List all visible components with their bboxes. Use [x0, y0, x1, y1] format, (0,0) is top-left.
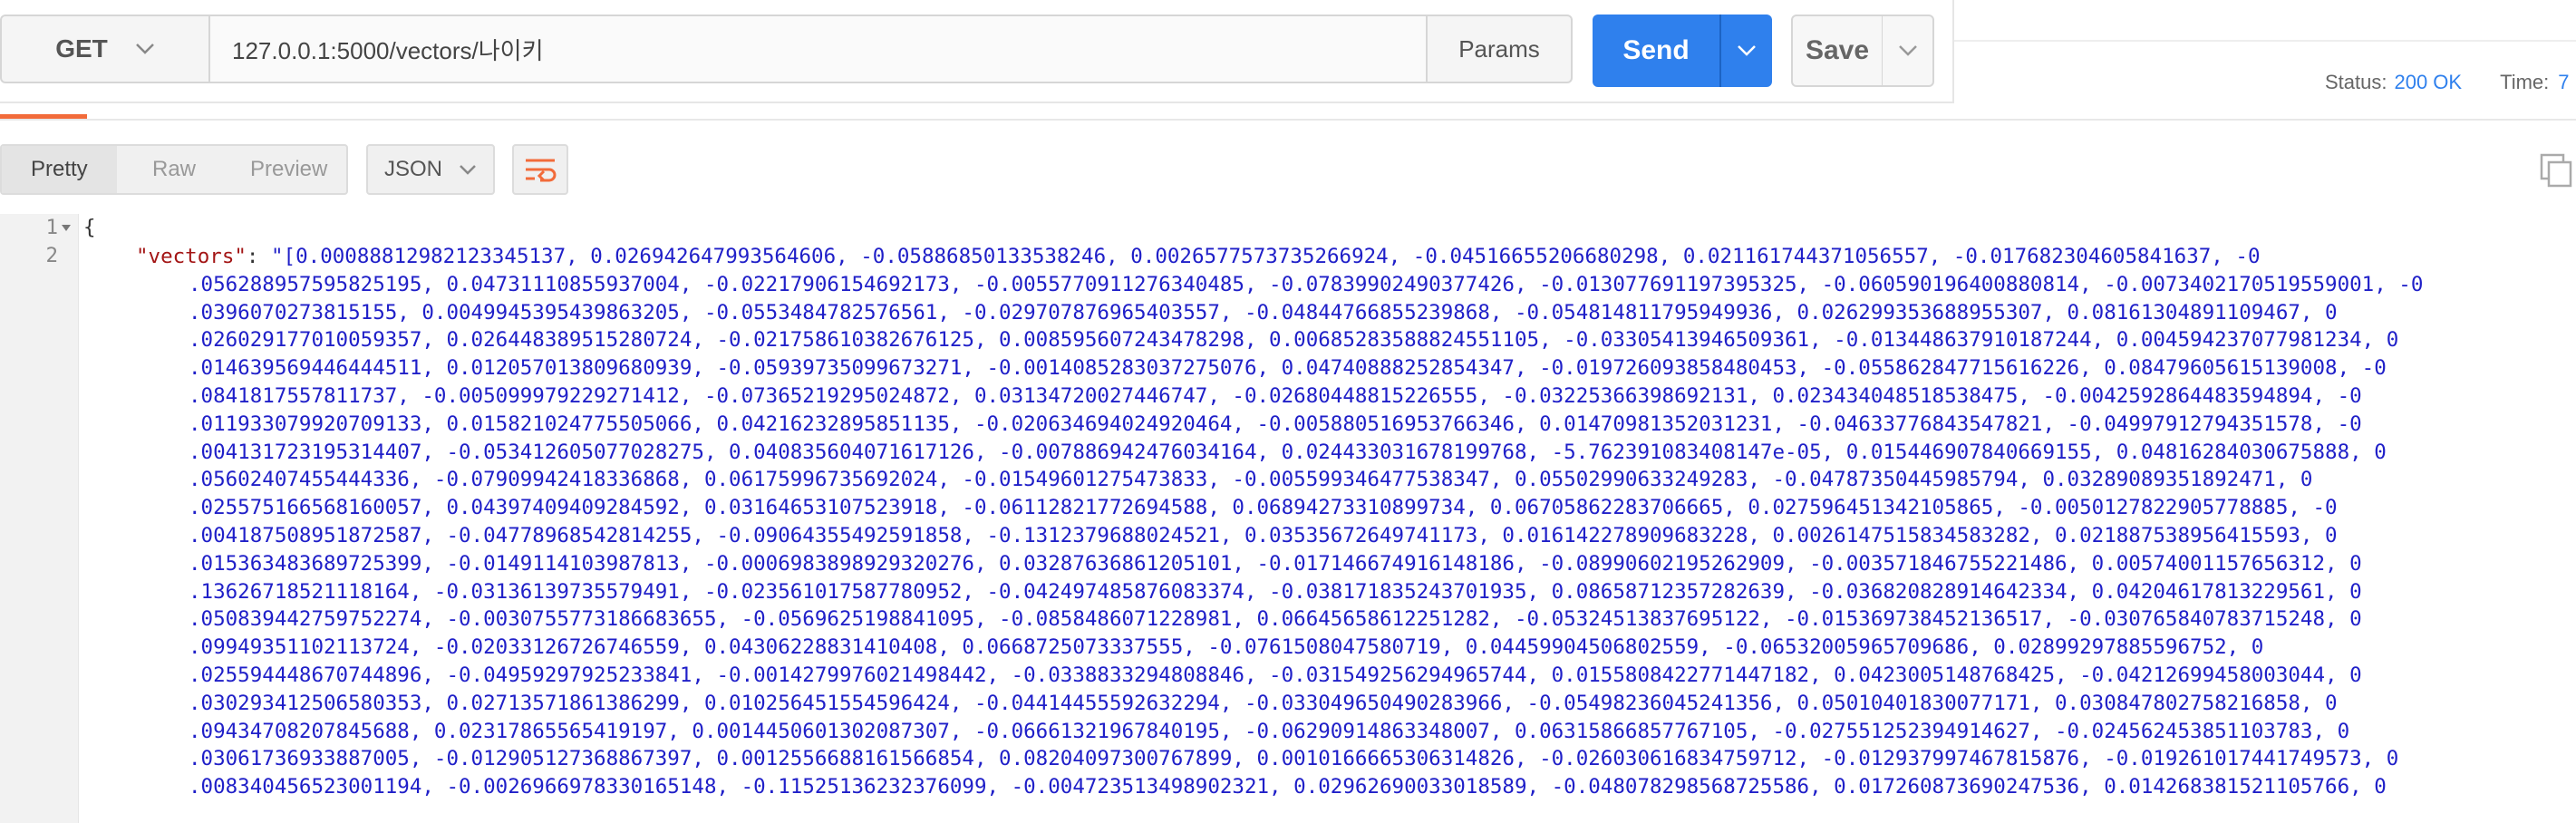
status-value: 200 OK	[2394, 71, 2463, 93]
json-colon: :	[246, 245, 272, 268]
json-open-brace: {	[83, 216, 96, 239]
view-mode-group: Pretty Raw Preview	[0, 144, 348, 195]
json-value-text: .026029177010059357, 0.02644838951528072…	[189, 328, 2399, 353]
send-label: Send	[1622, 35, 1690, 65]
json-value-text: .008340456523001194, -0.0026966978330165…	[189, 775, 2387, 799]
save-options-button[interactable]	[1882, 15, 1934, 87]
json-value-line: .030293412506580353, 0.02713571861386299…	[189, 690, 2565, 718]
request-bar-divider	[0, 102, 1954, 103]
json-vectors-value: "vectors": "[0.00088812982123345137, 0.0…	[136, 243, 2565, 801]
time-label: Time:	[2500, 71, 2550, 93]
send-options-button[interactable]	[1719, 15, 1772, 87]
json-value-text: .030293412506580353, 0.02713571861386299…	[189, 691, 2338, 715]
json-value-line: .004187508951872587, -0.0477896854281425…	[189, 522, 2565, 550]
params-button[interactable]: Params	[1426, 15, 1573, 83]
time-value: 7	[2558, 71, 2570, 93]
json-value-line: .09949351102113724, -0.02033126726746559…	[189, 634, 2565, 662]
json-value-line: .015363483689725399, -0.0149114103987813…	[189, 550, 2565, 578]
json-value-text: .13626718521118164, -0.03136139735579491…	[189, 579, 2362, 604]
json-value-text: .056288957595825195, 0.04731110855937004…	[189, 272, 2424, 296]
json-value-text: .014639569446444511, 0.01205701380968093…	[189, 356, 2387, 381]
params-label: Params	[1458, 34, 1540, 63]
json-value-line: .025594448670744896, -0.0495929792523384…	[189, 662, 2565, 690]
json-value-line: .03061736933887005, -0.01290512736886739…	[189, 745, 2565, 773]
json-value-line: .026029177010059357, 0.02644838951528072…	[189, 326, 2565, 354]
view-preview-button[interactable]: Preview	[231, 157, 346, 182]
json-value-text: .011933079920709133, 0.01582102477550506…	[189, 412, 2362, 436]
json-value-text: .004187508951872587, -0.0477896854281425…	[189, 523, 2338, 547]
json-value-text: .050839442759752274, -0.0030755773186683…	[189, 607, 2362, 632]
json-value-text: .05602407455444336, -0.07909942418336868…	[189, 468, 2313, 492]
json-value-line: .056288957595825195, 0.04731110855937004…	[189, 271, 2565, 299]
wrap-lines-button[interactable]	[512, 144, 568, 195]
json-value-line: .0396070273815155, 0.0049945395439863205…	[189, 299, 2565, 327]
json-value-line: .13626718521118164, -0.03136139735579491…	[189, 578, 2565, 606]
view-raw-button[interactable]: Raw	[117, 157, 232, 182]
json-value-text: .025594448670744896, -0.0495929792523384…	[189, 663, 2362, 687]
json-value-line: .050839442759752274, -0.0030755773186683…	[189, 605, 2565, 634]
json-value-text: .015363483689725399, -0.0149114103987813…	[189, 551, 2362, 576]
tab-divider	[0, 119, 2576, 121]
format-label: JSON	[383, 157, 442, 181]
json-value-text: .025575166568160057, 0.04397409409284592…	[189, 496, 2338, 520]
json-value-line: "vectors": "[0.00088812982123345137, 0.0…	[136, 243, 2565, 271]
copy-icon	[2540, 153, 2572, 188]
status-label: Status:	[2325, 71, 2387, 93]
json-value-line: .025575166568160057, 0.04397409409284592…	[189, 494, 2565, 522]
json-value-line: .014639569446444511, 0.01205701380968093…	[189, 354, 2565, 382]
chevron-down-icon	[460, 165, 476, 175]
json-value-text: .09434708207845688, 0.02317865565419197,…	[189, 719, 2350, 743]
chevron-down-icon	[1898, 45, 1917, 56]
line-number: 2	[45, 244, 58, 267]
json-key: "vectors"	[136, 245, 247, 268]
view-pretty-button[interactable]: Pretty	[2, 146, 117, 193]
save-label: Save	[1805, 35, 1870, 65]
chevron-down-icon	[1738, 45, 1756, 56]
send-button[interactable]: Send	[1593, 15, 1719, 87]
method-select[interactable]: GET	[0, 15, 210, 83]
response-body[interactable]: 1 2 { "vectors": "[0.0008881298212334513…	[0, 214, 2576, 823]
request-bar-edge	[1952, 0, 1954, 103]
json-value-text: .0396070273815155, 0.0049945395439863205…	[189, 300, 2338, 324]
response-status: Status: 200 OK Time: 7	[2325, 71, 2570, 94]
json-value-text: .09949351102113724, -0.02033126726746559…	[189, 635, 2264, 660]
copy-response-button[interactable]	[2538, 151, 2574, 188]
fold-arrow-icon[interactable]	[62, 225, 71, 231]
wrap-lines-icon	[526, 159, 557, 182]
line-number: 1	[45, 216, 58, 239]
save-button[interactable]: Save	[1791, 15, 1884, 87]
format-select[interactable]: JSON	[366, 144, 495, 195]
line-number-gutter: 1 2	[0, 214, 79, 823]
method-label: GET	[55, 34, 108, 63]
header-divider	[1954, 40, 2576, 42]
json-value-text: .03061736933887005, -0.01290512736886739…	[189, 747, 2399, 771]
url-input[interactable]: 127.0.0.1:5000/vectors/나이키	[208, 15, 1428, 83]
json-value-text: .0841817557811737, -0.005099979229271412…	[189, 383, 2362, 408]
chevron-down-icon	[135, 44, 154, 54]
json-value-line: .05602407455444336, -0.07909942418336868…	[189, 466, 2565, 494]
json-value-text: "[0.00088812982123345137, 0.026942647993…	[271, 245, 2261, 268]
json-value-line: .008340456523001194, -0.0026966978330165…	[189, 773, 2565, 801]
json-value-line: .011933079920709133, 0.01582102477550506…	[189, 411, 2565, 439]
json-value-line: .0841817557811737, -0.005099979229271412…	[189, 382, 2565, 411]
json-value-text: .004131723195314407, -0.0534126050770282…	[189, 440, 2387, 464]
json-value-line: .09434708207845688, 0.02317865565419197,…	[189, 718, 2565, 746]
url-text: 127.0.0.1:5000/vectors/나이키	[232, 36, 544, 64]
json-value-line: .004131723195314407, -0.0534126050770282…	[189, 439, 2565, 467]
